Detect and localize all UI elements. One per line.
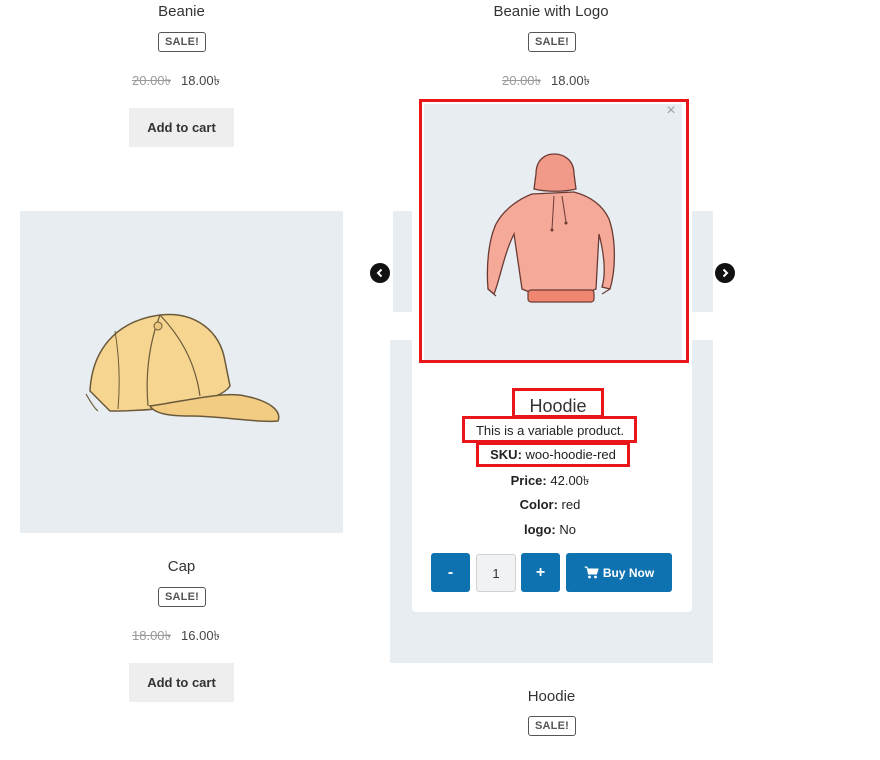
product-title-beanie-with-logo[interactable]: Beanie with Logo: [471, 3, 631, 20]
sale-price: 16.00৳: [181, 628, 221, 643]
popup-product-title: Hoodie: [529, 396, 587, 416]
color-value: red: [561, 497, 581, 512]
prev-arrow-icon[interactable]: [370, 263, 390, 283]
buy-now-button[interactable]: Buy Now: [566, 553, 672, 592]
sale-price: 18.00৳: [551, 73, 591, 88]
sku-value: woo-hoodie-red: [525, 447, 616, 462]
sku-label: SKU:: [490, 447, 522, 462]
product-title-cap[interactable]: Cap: [129, 558, 234, 575]
quantity-decrease-button[interactable]: -: [431, 553, 470, 592]
price-beanie-with-logo: 20.00৳ 18.00৳: [502, 72, 590, 93]
sale-badge: SALE!: [528, 716, 576, 736]
product-description: This is a variable product.: [475, 423, 625, 438]
price-value: 42.00৳: [550, 473, 590, 488]
product-title-hoodie[interactable]: Hoodie: [499, 688, 604, 705]
product-title-beanie[interactable]: Beanie: [129, 3, 234, 20]
price-cap: 18.00৳ 16.00৳: [132, 627, 220, 648]
product-sku: SKU: woo-hoodie-red: [478, 447, 628, 462]
quantity-input[interactable]: [476, 554, 516, 592]
next-arrow-icon[interactable]: [715, 263, 735, 283]
cap-image: [85, 313, 280, 423]
product-logo-attribute: logo: No: [490, 522, 610, 537]
sale-price: 18.00৳: [181, 73, 221, 88]
color-label: Color:: [519, 497, 558, 512]
product-price: Price: 42.00৳: [480, 472, 620, 493]
logo-label: logo:: [523, 522, 556, 537]
logo-value: No: [559, 522, 576, 537]
add-to-cart-button-beanie[interactable]: Add to cart: [129, 108, 234, 147]
old-price: 20.00৳: [502, 73, 542, 88]
product-color: Color: red: [490, 497, 610, 512]
product-image-background: [690, 211, 711, 312]
close-icon[interactable]: ×: [664, 103, 678, 119]
price-label: Price:: [510, 473, 547, 488]
product-image-cap[interactable]: [20, 211, 343, 533]
add-to-cart-button-cap[interactable]: Add to cart: [129, 663, 234, 702]
sale-badge: SALE!: [528, 32, 576, 52]
buy-now-label: Buy Now: [602, 565, 655, 580]
old-price: 18.00৳: [132, 628, 172, 643]
old-price: 20.00৳: [132, 73, 172, 88]
hoodie-image: [486, 153, 616, 303]
sale-badge: SALE!: [158, 32, 206, 52]
price-beanie: 20.00৳ 18.00৳: [132, 72, 220, 93]
popup-product-image: [424, 104, 682, 362]
sale-badge: SALE!: [158, 587, 206, 607]
quantity-increase-button[interactable]: +: [521, 553, 560, 592]
cart-icon: [584, 566, 599, 579]
